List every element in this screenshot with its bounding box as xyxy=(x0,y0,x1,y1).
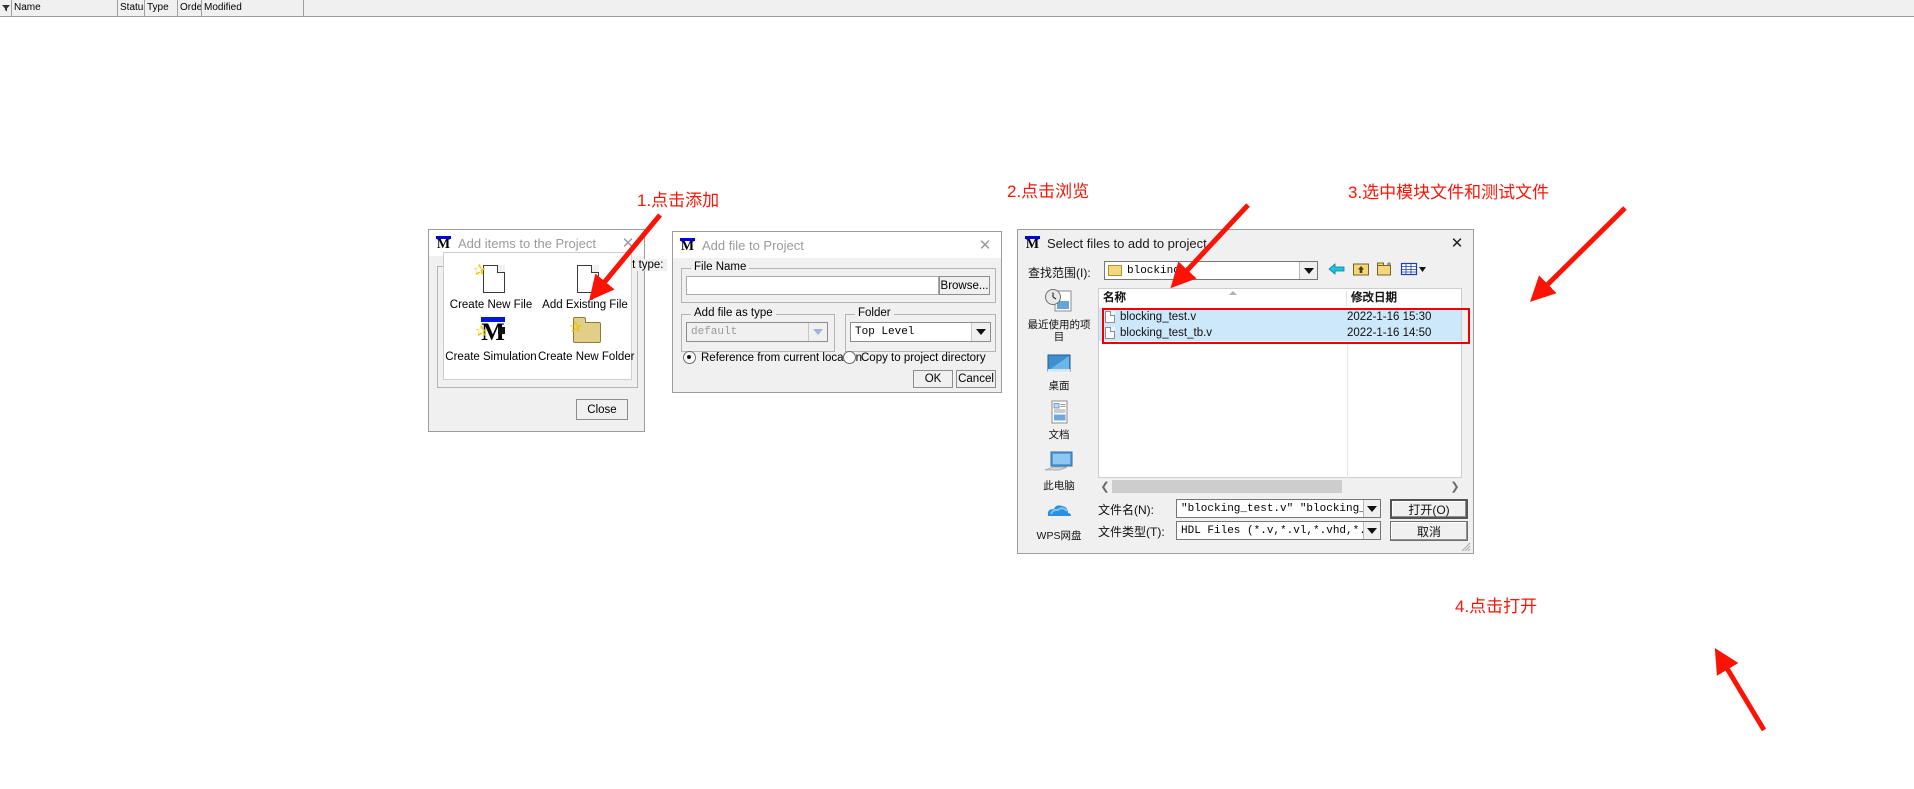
annotation-1: 1.点击添加 xyxy=(637,191,720,210)
annotation-2: 2.点击浏览 xyxy=(1007,182,1090,201)
annotation-arrows xyxy=(589,203,1767,732)
annotation-4: 4.点击打开 xyxy=(1455,597,1538,616)
screen-root: Name Status Type Order Modified M Add it… xyxy=(0,0,1914,789)
annotation-3: 3.选中模块文件和测试文件 xyxy=(1348,183,1550,202)
